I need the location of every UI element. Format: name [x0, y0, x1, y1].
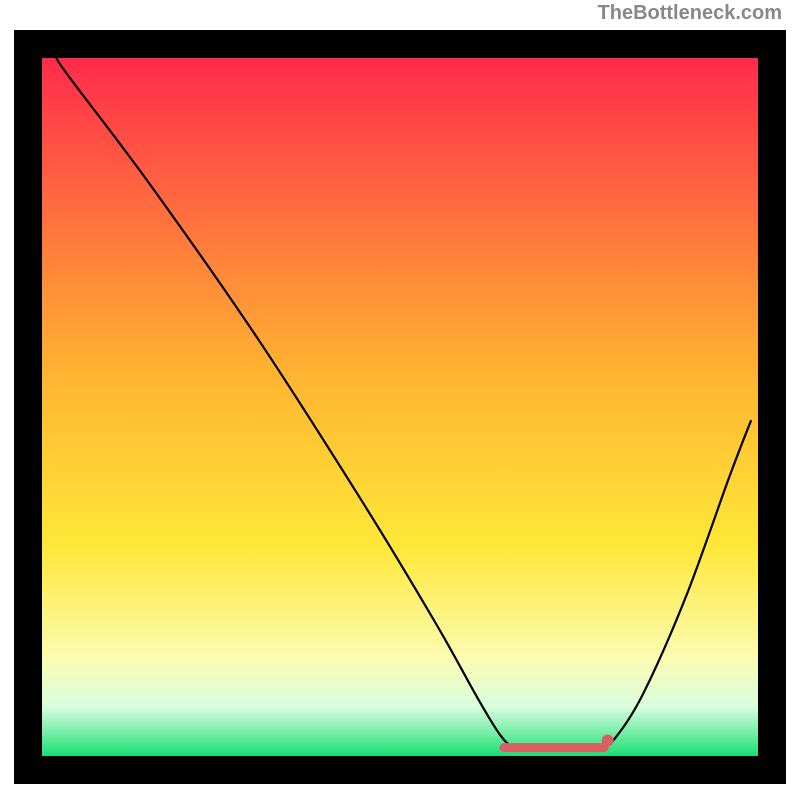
chart-container: TheBottleneck.com — [0, 0, 800, 800]
watermark-text: TheBottleneck.com — [598, 2, 782, 25]
bottleneck-curve-chart — [0, 0, 800, 800]
plot-area — [28, 44, 772, 770]
optimal-end-dot — [602, 735, 614, 747]
